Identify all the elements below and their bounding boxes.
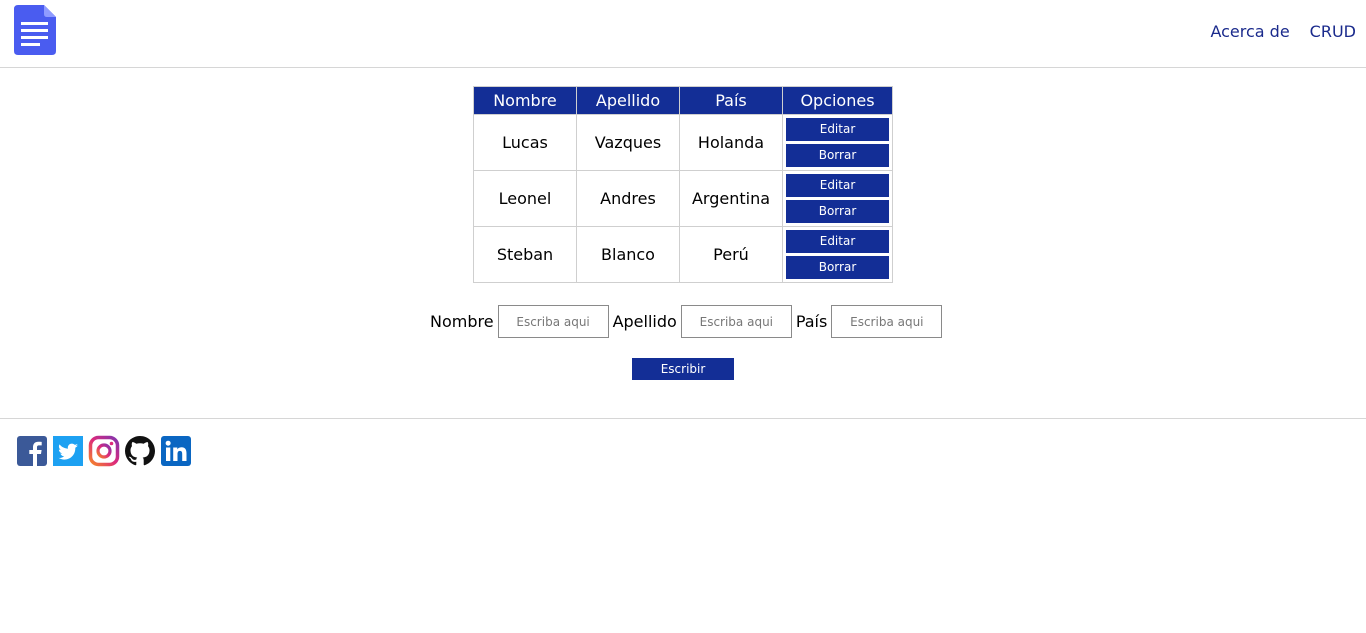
nav-link-crud[interactable]: CRUD bbox=[1310, 22, 1356, 41]
cell-opciones: Editar Borrar bbox=[782, 114, 893, 171]
cell-pais: Holanda bbox=[679, 114, 783, 171]
cell-pais: Perú bbox=[679, 226, 783, 283]
data-table-container: Nombre Apellido País Opciones Lucas Vazq… bbox=[473, 86, 893, 283]
apellido-label: Apellido bbox=[612, 312, 677, 331]
cell-nombre: Leonel bbox=[473, 170, 577, 227]
cell-opciones: Editar Borrar bbox=[782, 170, 893, 227]
delete-button[interactable]: Borrar bbox=[786, 144, 889, 167]
cell-apellido: Andres bbox=[576, 170, 680, 227]
github-icon[interactable] bbox=[124, 435, 156, 467]
linkedin-icon[interactable] bbox=[160, 435, 192, 467]
document-logo-icon[interactable] bbox=[14, 5, 56, 55]
submit-button[interactable]: Escribir bbox=[632, 358, 734, 380]
nombre-label: Nombre bbox=[430, 312, 494, 331]
delete-button[interactable]: Borrar bbox=[786, 200, 889, 223]
edit-button[interactable]: Editar bbox=[786, 230, 889, 253]
table-row: Lucas Vazques Holanda Editar Borrar bbox=[473, 114, 893, 171]
edit-button[interactable]: Editar bbox=[786, 118, 889, 141]
twitter-icon[interactable] bbox=[52, 435, 84, 467]
entry-form: Nombre Apellido País bbox=[430, 305, 946, 338]
column-header-nombre: Nombre bbox=[473, 86, 577, 115]
delete-button[interactable]: Borrar bbox=[786, 256, 889, 279]
instagram-icon[interactable] bbox=[88, 435, 120, 467]
pais-input[interactable] bbox=[831, 305, 943, 338]
cell-apellido: Vazques bbox=[576, 114, 680, 171]
column-header-pais: País bbox=[679, 86, 783, 115]
data-table: Nombre Apellido País Opciones Lucas Vazq… bbox=[473, 86, 893, 283]
apellido-input[interactable] bbox=[680, 305, 792, 338]
column-header-apellido: Apellido bbox=[576, 86, 680, 115]
cell-apellido: Blanco bbox=[576, 226, 680, 283]
facebook-icon[interactable] bbox=[16, 435, 48, 467]
table-row: Leonel Andres Argentina Editar Borrar bbox=[473, 170, 893, 227]
column-header-opciones: Opciones bbox=[782, 86, 893, 115]
pais-label: País bbox=[795, 312, 828, 331]
table-row: Steban Blanco Perú Editar Borrar bbox=[473, 226, 893, 283]
nav: Acerca de CRUD bbox=[1210, 22, 1356, 41]
footer-divider bbox=[0, 418, 1366, 419]
cell-nombre: Steban bbox=[473, 226, 577, 283]
cell-pais: Argentina bbox=[679, 170, 783, 227]
header: Acerca de CRUD bbox=[0, 0, 1366, 68]
nav-link-acerca-de[interactable]: Acerca de bbox=[1210, 22, 1289, 41]
table-header-row: Nombre Apellido País Opciones bbox=[473, 86, 893, 115]
cell-opciones: Editar Borrar bbox=[782, 226, 893, 283]
nombre-input[interactable] bbox=[497, 305, 609, 338]
edit-button[interactable]: Editar bbox=[786, 174, 889, 197]
social-links bbox=[16, 435, 192, 467]
cell-nombre: Lucas bbox=[473, 114, 577, 171]
